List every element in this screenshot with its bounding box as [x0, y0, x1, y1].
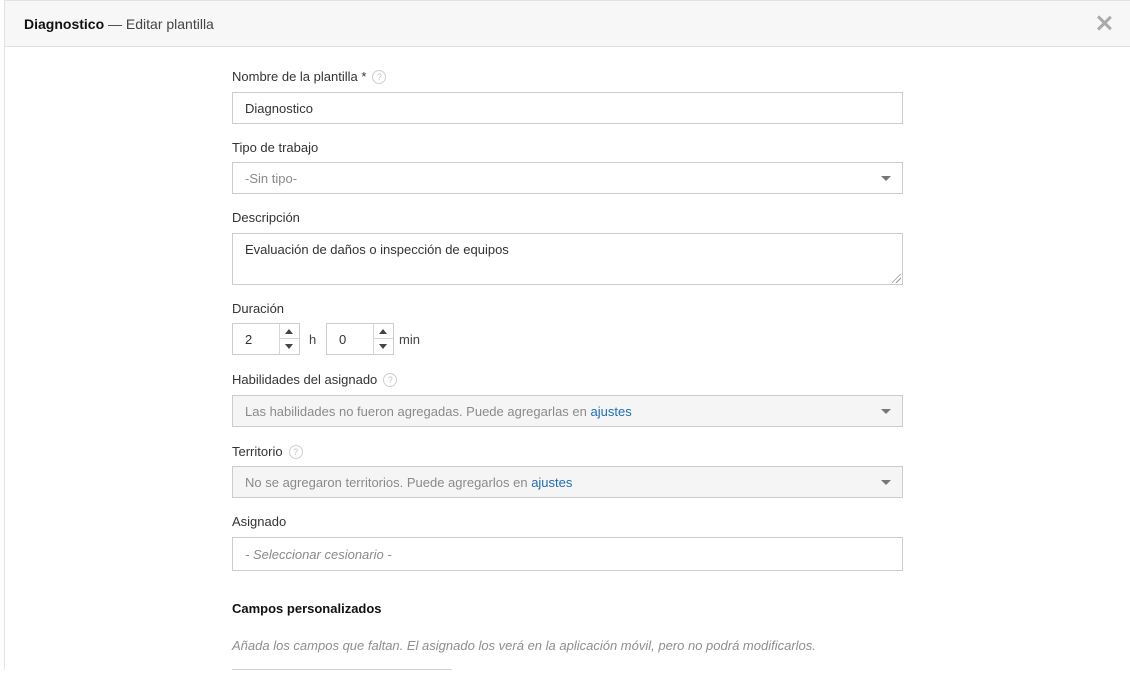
hours-value: 2 — [245, 332, 253, 347]
chevron-down-icon — [881, 176, 891, 181]
job-type-label: Tipo de trabajo — [232, 140, 319, 155]
custom-fields-title: Campos personalizados — [232, 601, 382, 616]
page-subtitle: — Editar plantilla — [108, 16, 214, 32]
skills-settings-link[interactable]: ajustes — [591, 404, 632, 419]
description-textarea[interactable]: Evaluación de daños o inspección de equi… — [232, 233, 903, 285]
description-value: Evaluación de daños o inspección de equi… — [245, 242, 509, 257]
template-title: Diagnostico — [24, 16, 105, 32]
template-name-value: Diagnostico — [245, 101, 313, 116]
help-icon[interactable]: ? — [288, 445, 303, 459]
description-label: Descripción — [232, 210, 300, 225]
help-icon[interactable]: ? — [383, 373, 398, 387]
custom-fields-note: Añada los campos que faltan. El asignado… — [232, 638, 816, 653]
edit-template-panel: Diagnostico — Editar plantilla Nombre de… — [4, 0, 1130, 670]
skills-label: Habilidades del asignado? — [232, 372, 398, 387]
minutes-stepper-buttons — [373, 324, 393, 354]
chevron-down-icon — [881, 480, 891, 485]
hours-stepper[interactable]: 2 — [232, 323, 300, 355]
minutes-up-arrow-icon[interactable] — [374, 324, 393, 339]
job-type-select[interactable]: -Sin tipo- — [232, 162, 903, 194]
duration-label: Duración — [232, 301, 285, 316]
hours-up-arrow-icon[interactable] — [280, 324, 299, 339]
hours-unit: h — [309, 332, 317, 347]
help-icon[interactable]: ? — [372, 70, 387, 84]
hours-down-arrow-icon[interactable] — [280, 339, 299, 354]
skills-select[interactable]: Las habilidades no fueron agregadas. Pue… — [232, 395, 903, 427]
minutes-value: 0 — [339, 332, 347, 347]
territory-select[interactable]: No se agregaron territorios. Puede agreg… — [232, 466, 903, 498]
hours-stepper-buttons — [279, 324, 299, 354]
territory-label: Territorio? — [232, 444, 303, 459]
job-type-value: -Sin tipo- — [245, 171, 298, 186]
resize-handle-icon[interactable] — [892, 274, 901, 283]
territory-settings-link[interactable]: ajustes — [531, 475, 572, 490]
assignee-select[interactable]: - Seleccionar cesionario - — [232, 537, 903, 571]
chevron-down-icon — [881, 409, 891, 414]
assignee-placeholder: - Seleccionar cesionario - — [245, 547, 392, 562]
page-title: Diagnostico — Editar plantilla — [24, 16, 214, 32]
minutes-down-arrow-icon[interactable] — [374, 339, 393, 354]
minutes-stepper[interactable]: 0 — [326, 323, 394, 355]
close-icon[interactable] — [1094, 13, 1114, 33]
assignee-label: Asignado — [232, 514, 287, 529]
name-label: Nombre de la plantilla *? — [232, 69, 387, 84]
territory-empty-text: No se agregaron territorios. Puede agreg… — [245, 475, 573, 490]
minutes-unit: min — [399, 332, 420, 347]
template-name-input[interactable]: Diagnostico — [232, 92, 903, 124]
panel-header: Diagnostico — Editar plantilla — [5, 1, 1130, 47]
skills-empty-text: Las habilidades no fueron agregadas. Pue… — [245, 404, 632, 419]
